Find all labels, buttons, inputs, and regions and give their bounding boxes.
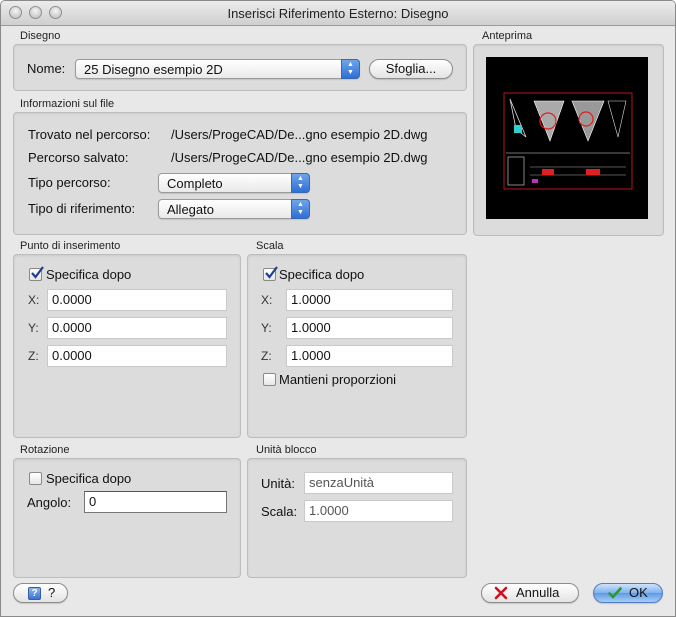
rotation-panel: Specifica dopo Angolo: 0 [13,458,241,578]
ref-type-popup[interactable]: Allegato ▲ ▼ [158,199,310,219]
scale-specify-later-label: Specifica dopo [279,267,365,282]
title-bar[interactable]: Inserisci Riferimento Esterno: Disegno [1,1,675,26]
found-path-label: Trovato nel percorso: [28,127,151,142]
rotation-specify-later-checkbox[interactable] [29,472,42,485]
scale-z-field[interactable]: 1.0000 [286,345,453,367]
saved-path-label: Percorso salvato: [28,150,129,165]
found-path-value: /Users/ProgeCAD/De...gno esempio 2D.dwg [171,127,428,142]
keep-proportions-checkbox[interactable] [263,373,276,386]
drawing-name-value: 25 Disegno esempio 2D [84,62,223,77]
scale-group-label: Scala [256,240,284,252]
insertion-y-label: Y: [28,321,39,335]
ok-button-label: OK [629,585,648,600]
path-type-label: Tipo percorso: [28,175,111,190]
cancel-button[interactable]: Annulla [481,583,579,603]
help-button-label: ? [48,585,56,600]
popup-arrows-icon: ▲ ▼ [341,59,360,79]
disegno-group-label: Disegno [20,30,61,42]
disegno-panel: Nome: 25 Disegno esempio 2D ▲ ▼ Sfoglia..… [13,44,467,91]
path-type-popup[interactable]: Completo ▲ ▼ [158,173,310,193]
drawing-preview-thumbnail [503,92,633,190]
preview-panel [473,44,664,236]
scale-z-label: Z: [261,349,272,363]
insertion-y-field[interactable]: 0.0000 [47,317,227,339]
ref-type-label: Tipo di riferimento: [28,201,136,216]
preview-group-label: Anteprima [482,30,533,42]
angle-label: Angolo: [27,495,72,510]
scale-x-label: X: [261,293,273,307]
drawing-preview [486,57,648,219]
checkmark-icon [265,266,278,279]
ok-check-icon [608,586,622,605]
block-scale-field: 1.0000 [304,500,453,522]
scale-y-label: Y: [261,321,272,335]
cancel-x-icon [494,586,508,605]
saved-path-value: /Users/ProgeCAD/De...gno esempio 2D.dwg [171,150,428,165]
file-info-panel: Trovato nel percorso: /Users/ProgeCAD/De… [13,112,467,235]
block-scale-label: Scala: [261,504,298,519]
rotation-group-label: Rotazione [20,444,70,456]
window-title: Inserisci Riferimento Esterno: Disegno [227,6,449,21]
name-label: Nome: [27,61,66,76]
insertion-z-label: Z: [28,349,39,363]
popup-arrows-icon: ▲ ▼ [291,173,310,193]
rotation-specify-later-label: Specifica dopo [46,471,132,486]
unit-label: Unità: [261,476,295,491]
scale-panel: Specifica dopo X: 1.0000 Y: 1.0000 Z: 1.… [247,254,467,438]
scale-specify-later-checkbox[interactable] [263,266,278,281]
angle-field[interactable]: 0 [84,491,227,513]
block-unit-group-label: Unità blocco [256,444,317,456]
scale-y-field[interactable]: 1.0000 [286,317,453,339]
ok-button[interactable]: OK [593,583,663,603]
file-info-group-label: Informazioni sul file [20,98,115,110]
insertion-x-label: X: [28,293,40,307]
keep-proportions-label: Mantieni proporzioni [279,372,397,387]
insertion-z-field[interactable]: 0.0000 [47,345,227,367]
insertion-group-label: Punto di inserimento [20,240,121,252]
unit-field: senzaUnità [304,472,453,494]
cancel-button-label: Annulla [516,585,560,600]
popup-arrows-icon: ▲ ▼ [291,199,310,219]
dialog-window: Inserisci Riferimento Esterno: Disegno D… [0,0,676,617]
scale-x-field[interactable]: 1.0000 [286,289,453,311]
ref-type-value: Allegato [167,202,214,217]
drawing-name-popup[interactable]: 25 Disegno esempio 2D ▲ ▼ [75,59,360,79]
browse-button[interactable]: Sfoglia... [369,59,453,79]
block-unit-panel: Unità: senzaUnità Scala: 1.0000 [247,458,467,578]
insertion-panel: Specifica dopo X: 0.0000 Y: 0.0000 Z: 0.… [13,254,241,438]
help-icon: ? [28,587,41,600]
insertion-x-field[interactable]: 0.0000 [47,289,227,311]
insertion-specify-later-label: Specifica dopo [46,267,132,282]
insertion-specify-later-checkbox[interactable] [29,266,44,281]
help-button[interactable]: ? ? [13,583,68,603]
checkmark-icon [31,266,44,279]
path-type-value: Completo [167,176,223,191]
